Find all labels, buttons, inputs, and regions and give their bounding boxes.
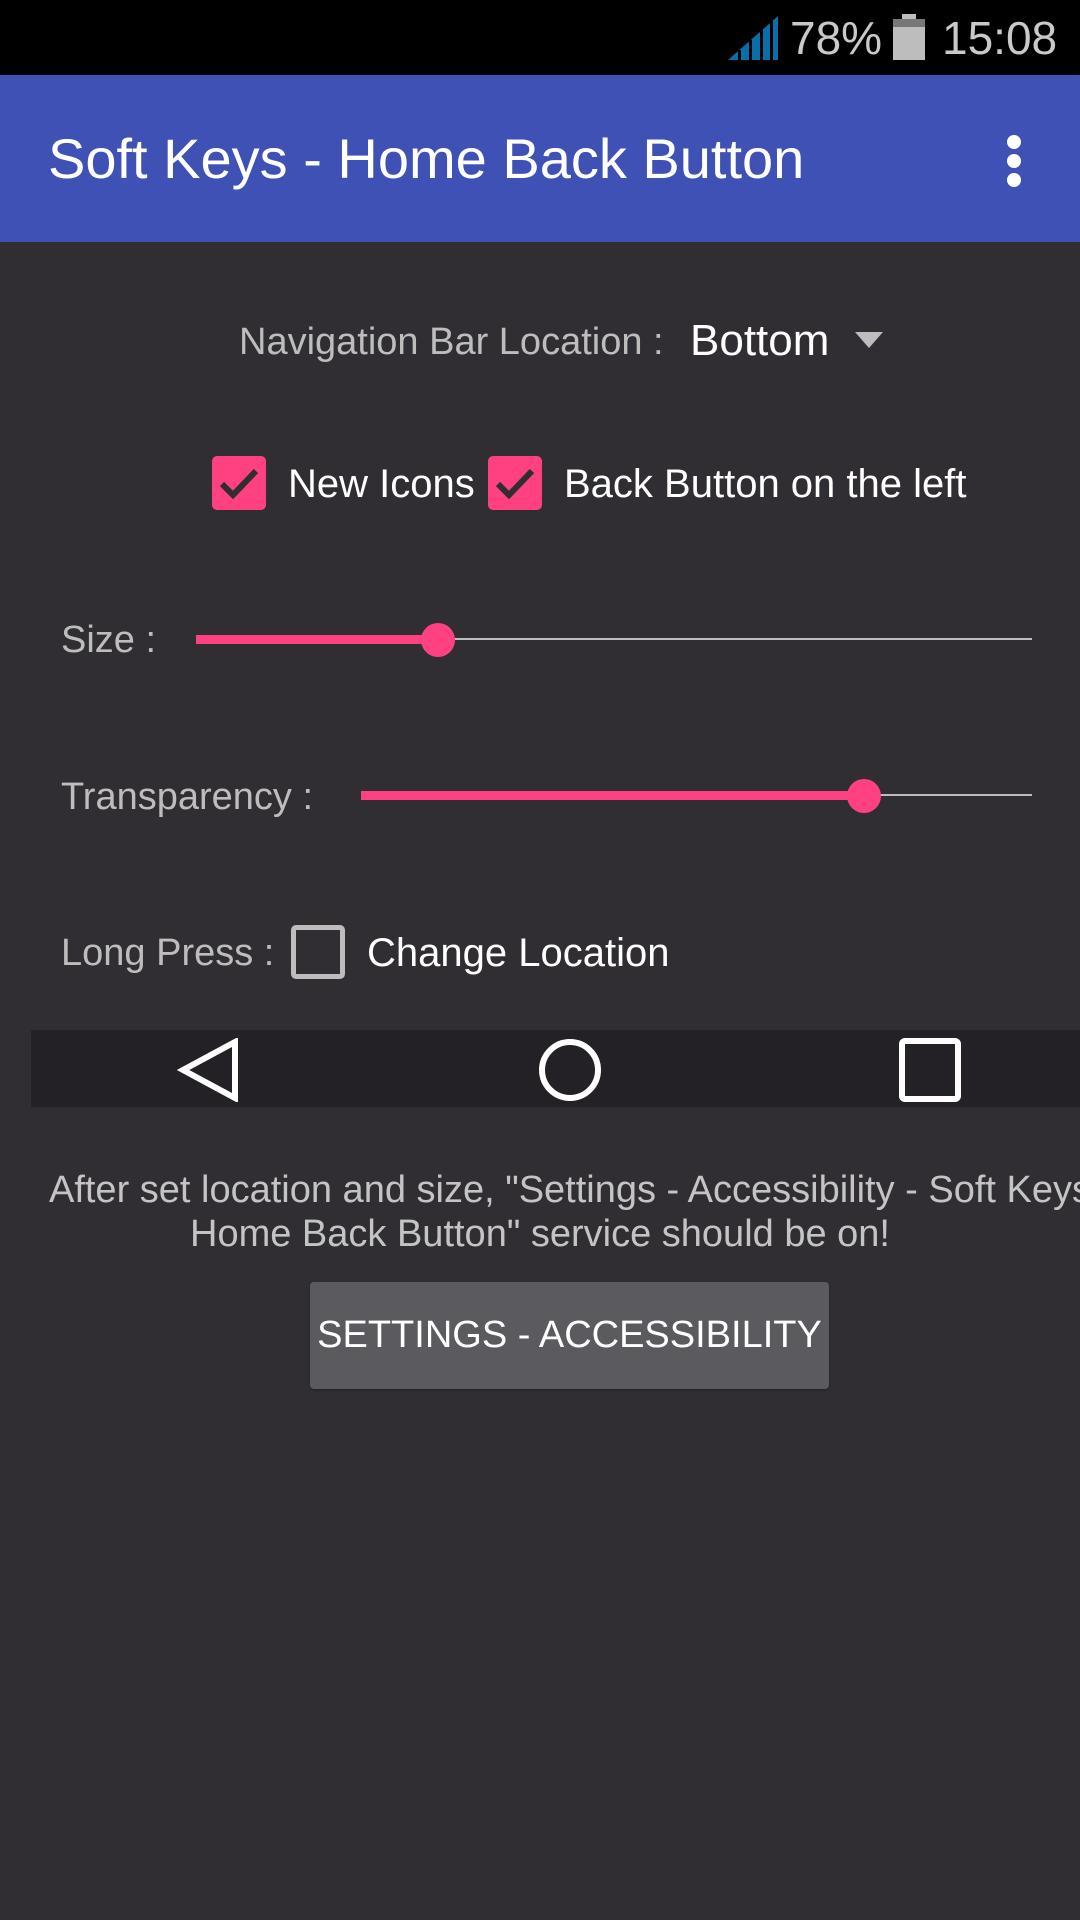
home-icon[interactable]	[538, 1038, 602, 1102]
dropdown-selected-value: Bottom	[690, 316, 830, 365]
change-location-checkbox[interactable]	[291, 925, 345, 979]
app-title: Soft Keys - Home Back Button	[48, 127, 805, 190]
accessibility-instruction-text: After set location and size, "Settings -…	[0, 1168, 1080, 1256]
settings-accessibility-button[interactable]: SETTINGS - ACCESSIBILITY	[310, 1282, 829, 1389]
new-icons-checkbox[interactable]	[212, 456, 266, 510]
back-button-left-label: Back Button on the left	[564, 462, 967, 506]
size-slider[interactable]	[196, 619, 1032, 659]
back-icon[interactable]	[177, 1038, 241, 1102]
instruction-line-2: Home Back Button" service should be on!	[190, 1213, 890, 1255]
overflow-menu-icon-dot	[1007, 173, 1021, 187]
nav-bar-location-dropdown[interactable]: Bottom	[680, 310, 900, 374]
overflow-menu-button[interactable]	[996, 135, 1032, 191]
recents-icon[interactable]	[898, 1038, 962, 1102]
nav-bar-location-row: Navigation Bar Location : Bottom	[0, 310, 1080, 374]
slider-fill	[361, 791, 865, 800]
checkmark-icon	[219, 468, 259, 500]
slider-fill	[196, 635, 439, 644]
battery-icon	[893, 14, 925, 60]
status-bar: 78% 15:08	[0, 0, 1080, 75]
slider-thumb[interactable]	[421, 623, 456, 657]
long-press-label: Long Press :	[61, 932, 275, 974]
cellular-signal-icon	[728, 16, 778, 60]
overflow-menu-icon-dot	[1007, 154, 1021, 168]
overflow-menu-icon	[1007, 135, 1021, 149]
transparency-slider[interactable]	[361, 775, 1032, 815]
battery-percent: 78%	[790, 12, 883, 64]
back-button-left-checkbox[interactable]	[488, 456, 542, 510]
new-icons-label: New Icons	[288, 462, 475, 506]
clock: 15:08	[942, 12, 1058, 64]
change-location-label: Change Location	[367, 931, 670, 975]
app-bar: Soft Keys - Home Back Button	[0, 75, 1080, 242]
navigation-bar-preview	[31, 1030, 1080, 1107]
nav-bar-location-label: Navigation Bar Location :	[239, 321, 664, 363]
slider-thumb[interactable]	[847, 779, 882, 813]
size-label: Size :	[61, 619, 157, 661]
instruction-line-1: After set location and size, "Settings -…	[48, 1169, 1080, 1211]
checkmark-icon	[495, 468, 535, 500]
transparency-label: Transparency :	[61, 776, 314, 818]
dropdown-arrow-icon	[855, 332, 883, 348]
